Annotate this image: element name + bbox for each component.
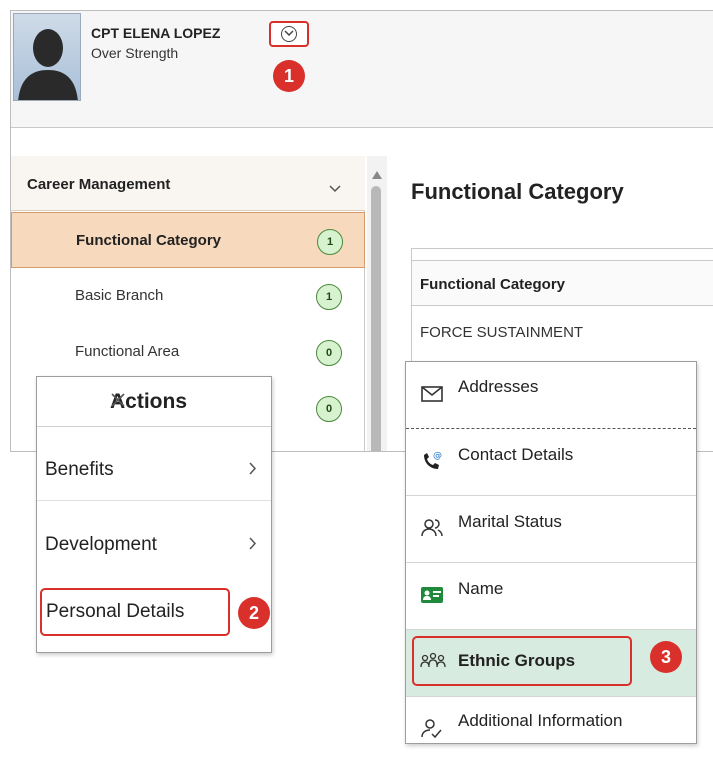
chevron-circle-icon (281, 26, 297, 42)
chevron-right-icon (249, 537, 257, 555)
scroll-up-icon[interactable] (372, 166, 382, 184)
count-badge: 1 (317, 229, 343, 255)
page-title: Functional Category (411, 179, 624, 204)
chevron-right-icon (249, 462, 257, 480)
actions-item-label: Personal Details (46, 601, 185, 622)
nav-item-label: Functional Area (75, 343, 180, 360)
menu-item-additional-information[interactable]: Additional Information (406, 697, 696, 764)
callout-badge-3: 3 (650, 641, 682, 673)
menu-item-label: Addresses (458, 377, 539, 396)
callout-badge-1: 1 (273, 60, 305, 92)
actions-item-development[interactable]: Development (37, 512, 271, 576)
nav-scrollbar[interactable] (367, 156, 387, 451)
actions-item-benefits[interactable]: Benefits (37, 437, 271, 501)
menu-item-label: Ethnic Groups (458, 651, 576, 670)
actions-title-bar: Actions (37, 377, 271, 427)
envelope-icon (420, 382, 444, 406)
close-icon[interactable] (110, 390, 126, 414)
nav-item-basic-branch[interactable]: Basic Branch 1 (11, 268, 365, 324)
callout-badge-2: 2 (238, 597, 270, 629)
chevron-down-icon (329, 180, 341, 198)
menu-item-name[interactable]: Name (406, 563, 696, 630)
avatar (13, 13, 81, 101)
person-name: CPT ELENA LOPEZ (91, 25, 221, 41)
person-status: Over Strength (91, 45, 179, 61)
nav-item-functional-area[interactable]: Functional Area 0 (11, 324, 365, 380)
nav-item-functional-category[interactable]: Functional Category 1 (11, 212, 365, 268)
nav-item-label: Functional Category (76, 232, 222, 249)
person-check-icon (420, 717, 444, 741)
menu-item-label: Contact Details (458, 445, 574, 464)
column-header: Functional Category (412, 260, 713, 306)
count-badge: 0 (316, 340, 342, 366)
actions-popup: Actions Benefits Development Personal De… (36, 376, 272, 653)
menu-item-label: Marital Status (458, 512, 562, 531)
count-badge: 0 (316, 396, 342, 422)
actions-item-personal-details[interactable]: Personal Details (40, 588, 230, 636)
nav-item-label: Basic Branch (75, 287, 164, 304)
menu-item-label: Name (458, 579, 504, 598)
actions-item-label: Development (45, 534, 157, 555)
svg-text:@: @ (433, 451, 442, 461)
people-icon (420, 516, 444, 540)
phone-at-icon: @ (420, 449, 444, 473)
menu-item-label: Additional Information (458, 711, 623, 730)
nav-section-label: Career Management (27, 176, 171, 193)
menu-item-addresses[interactable]: Addresses (406, 362, 696, 429)
scrollbar-thumb[interactable] (371, 186, 381, 451)
actions-item-label: Benefits (45, 459, 114, 480)
count-badge: 1 (316, 284, 342, 310)
id-card-icon (420, 583, 444, 607)
personal-details-menu: Addresses @ Contact Details Marital Stat… (405, 361, 697, 744)
column-header-label: Functional Category (420, 276, 566, 293)
menu-item-contact-details[interactable]: @ Contact Details (406, 429, 696, 496)
person-header: CPT ELENA LOPEZ Over Strength (11, 11, 713, 128)
group-icon (420, 651, 446, 675)
menu-item-marital-status[interactable]: Marital Status (406, 496, 696, 563)
nav-section-career-management[interactable]: Career Management (11, 156, 365, 211)
table-cell: FORCE SUSTAINMENT (420, 324, 584, 341)
expand-header-button[interactable] (269, 21, 309, 47)
person-silhouette-icon (18, 29, 78, 100)
